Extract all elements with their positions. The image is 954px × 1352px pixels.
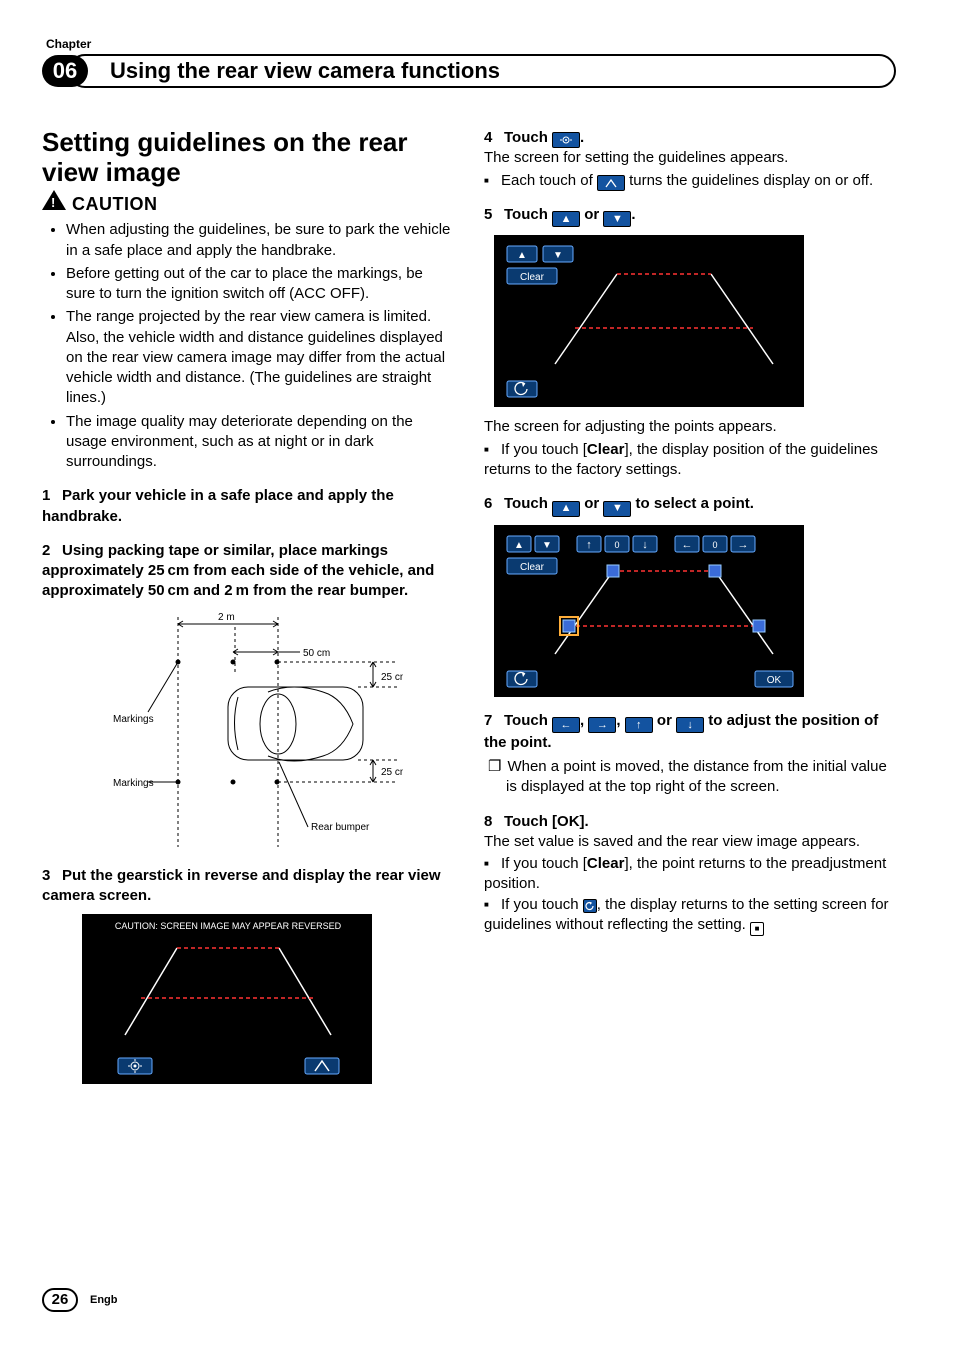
step-2-text: Using packing tape or similar, place mar… (42, 542, 434, 600)
rear-bumper-label: Rear bumper (311, 822, 370, 833)
page-footer: 26 Engb (42, 1288, 118, 1312)
back-icon[interactable] (583, 899, 597, 913)
step-5-notes: If you touch [Clear], the display positi… (484, 440, 896, 481)
caution-heading: CAUTION (42, 190, 454, 216)
caution-item: When adjusting the guidelines, be sure t… (66, 220, 454, 261)
camera-screen-preview-3: ▲ ▼ ↑ 0 ↓ ← 0 → Clear OK (494, 525, 804, 697)
dim-50cm: 50 cm (303, 648, 330, 659)
chapter-title: Using the rear view camera functions (110, 56, 500, 86)
svg-text:←: ← (682, 539, 693, 551)
adjust-icon[interactable] (552, 132, 580, 148)
arrow-down-icon[interactable]: ▼ (603, 211, 631, 227)
markings-label-b: Markings (113, 778, 154, 789)
step-4-notes: Each touch of turns the guidelines displ… (484, 171, 896, 191)
step-2: 2Using packing tape or similar, place ma… (42, 541, 454, 602)
step-8-notes: If you touch [Clear], the point returns … (484, 854, 896, 936)
dim-2m: 2 m (218, 612, 235, 623)
clear-keyword: Clear (587, 441, 625, 458)
svg-text:→: → (738, 539, 749, 551)
step-6-text-a: Touch (504, 495, 552, 512)
arrow-left-icon[interactable]: ← (552, 717, 580, 733)
step-7-text-a: Touch (504, 712, 552, 729)
step-1: 1Park your vehicle in a safe place and a… (42, 486, 454, 527)
step-4: 4Touch . (484, 128, 896, 148)
svg-text:▲: ▲ (514, 540, 524, 551)
svg-text:▼: ▼ (553, 250, 563, 261)
step-8-text: Touch [OK]. (504, 813, 589, 830)
language-code: Engb (90, 1293, 118, 1308)
page-number: 26 (42, 1288, 78, 1312)
section-end-icon (750, 922, 764, 936)
step-5: 5Touch ▲ or ▼. (484, 205, 896, 227)
svg-text:▼: ▼ (542, 540, 552, 551)
clear-button: Clear (520, 562, 545, 573)
step-1-text: Park your vehicle in a safe place and ap… (42, 487, 394, 524)
right-column: 4Touch . The screen for setting the guid… (484, 128, 896, 1084)
arrow-down-icon[interactable]: ▼ (603, 501, 631, 517)
caution-item: The image quality may deteriorate depend… (66, 412, 454, 473)
dim-25cm-b: 25 cm (381, 767, 403, 778)
step-5-or: or (580, 206, 603, 223)
step-3: 3Put the gearstick in reverse and displa… (42, 866, 454, 907)
warning-icon (42, 190, 66, 210)
chapter-title-wrap: Using the rear view camera functions (68, 54, 896, 88)
svg-text:▲: ▲ (517, 250, 527, 261)
arrow-up-icon[interactable]: ▲ (552, 501, 580, 517)
chapter-number-badge: 06 (42, 55, 88, 87)
caution-item: Before getting out of the car to place t… (66, 264, 454, 305)
step-6: 6Touch ▲ or ▼ to select a point. (484, 494, 896, 516)
chapter-header: 06 Using the rear view camera functions (42, 54, 896, 88)
step-5-note: If you touch [Clear], the display positi… (484, 440, 896, 481)
marking-diagram: .dln{stroke:#000;stroke-width:1;stroke-d… (42, 602, 454, 852)
step-7-note: When a point is moved, the distance from… (506, 757, 896, 798)
svg-text:↓: ↓ (642, 539, 648, 551)
chapter-label: Chapter (46, 36, 896, 52)
camera-screen-preview-1: CAUTION: SCREEN IMAGE MAY APPEAR REVERSE… (82, 914, 372, 1084)
markings-label-a: Markings (113, 714, 154, 725)
screen-caption: CAUTION: SCREEN IMAGE MAY APPEAR REVERSE… (115, 921, 342, 931)
clear-keyword: Clear (587, 855, 625, 872)
svg-text:↑: ↑ (586, 539, 592, 551)
guideline-toggle-icon[interactable] (597, 175, 625, 191)
step-7-or: or (653, 712, 676, 729)
step-5-desc: The screen for adjusting the points appe… (484, 417, 896, 437)
section-title: Setting guidelines on the rear view imag… (42, 128, 454, 188)
dim-25cm-a: 25 cm (381, 672, 403, 683)
step-8-desc: The set value is saved and the rear view… (484, 832, 896, 852)
arrow-right-icon[interactable]: → (588, 717, 616, 733)
left-column: Setting guidelines on the rear view imag… (42, 128, 454, 1084)
step-7-notes: When a point is moved, the distance from… (484, 757, 896, 798)
step-4-text-a: Touch (504, 129, 552, 146)
step-8-note-2: If you touch , the display returns to th… (484, 895, 896, 937)
arrow-up-icon[interactable]: ▲ (552, 211, 580, 227)
step-3-text: Put the gearstick in reverse and display… (42, 867, 441, 904)
clear-button: Clear (520, 272, 545, 283)
step-5-text-a: Touch (504, 206, 552, 223)
caution-label: CAUTION (72, 192, 158, 216)
step-6-or: or (580, 495, 603, 512)
arrow-up-small-icon[interactable]: ↑ (625, 717, 653, 733)
arrow-down-small-icon[interactable]: ↓ (676, 717, 704, 733)
step-7: 7Touch ←, →, ↑ or ↓ to adjust the positi… (484, 711, 896, 754)
step-5-text-b: . (631, 206, 635, 223)
camera-screen-preview-2: ▲ ▼ Clear (494, 235, 804, 407)
caution-item: The range projected by the rear view cam… (66, 307, 454, 408)
step-4-note: Each touch of turns the guidelines displ… (484, 171, 896, 191)
step-4-desc: The screen for setting the guidelines ap… (484, 148, 896, 168)
step-8-note-1: If you touch [Clear], the point returns … (484, 854, 896, 895)
step-6-text-b: to select a point. (631, 495, 754, 512)
caution-list: When adjusting the guidelines, be sure t… (42, 220, 454, 472)
step-4-text-b: . (580, 129, 584, 146)
step-8: 8Touch [OK]. (484, 812, 896, 832)
zero-button: 0 (712, 540, 717, 550)
zero-button: 0 (614, 540, 619, 550)
ok-button: OK (767, 675, 782, 686)
